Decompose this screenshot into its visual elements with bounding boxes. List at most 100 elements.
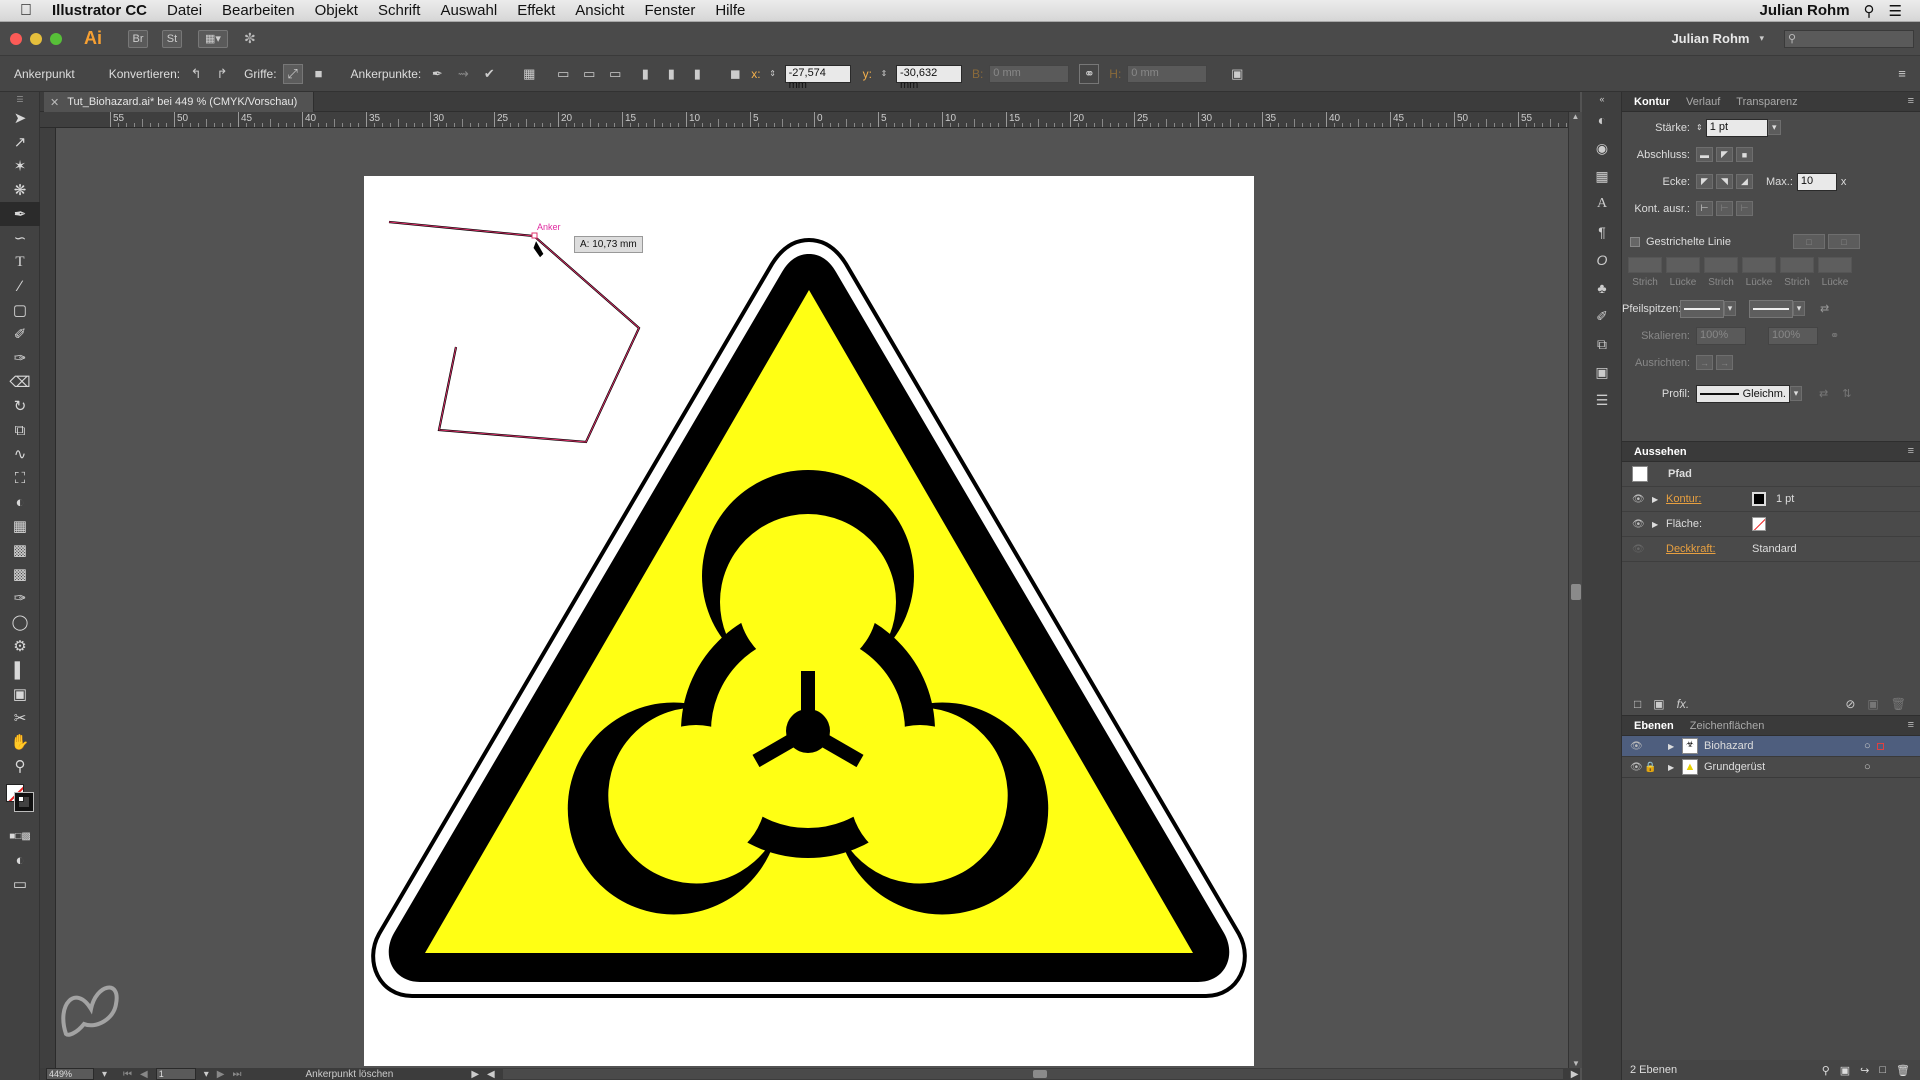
- drawing-modes-icon[interactable]: ◐: [0, 848, 40, 872]
- menu-effekt[interactable]: Effekt: [507, 2, 565, 19]
- gap-1-input[interactable]: [1666, 257, 1700, 273]
- arrowhead-start-chevron-icon[interactable]: ▾: [1724, 301, 1736, 316]
- align-right-icon[interactable]: ▭: [605, 64, 625, 84]
- profil-chevron-icon[interactable]: ▾: [1790, 386, 1802, 401]
- pathfinder-panel-icon[interactable]: ⧉: [1582, 330, 1622, 358]
- scroll-down-icon[interactable]: ▼: [1569, 1059, 1583, 1068]
- show-handles-icon[interactable]: ⤢: [282, 63, 303, 84]
- lasso-icon[interactable]: ❋: [0, 178, 40, 202]
- symbol-sprayer-icon[interactable]: ⚙: [0, 634, 40, 658]
- layer-target-icon[interactable]: ○: [1864, 740, 1871, 752]
- kontur-swatch[interactable]: [1752, 492, 1766, 506]
- profil-select[interactable]: Gleichm.: [1696, 384, 1790, 403]
- hide-handles-icon[interactable]: ■: [309, 64, 329, 84]
- locate-object-icon[interactable]: ⚲: [1822, 1064, 1830, 1077]
- dash-preserve-icon[interactable]: □: [1828, 234, 1860, 249]
- align-top-icon[interactable]: ▮: [635, 64, 655, 84]
- slice-tool-icon[interactable]: ✂: [0, 706, 40, 730]
- delete-item-icon[interactable]: 🗑: [1891, 697, 1906, 711]
- canvas-area[interactable]: Anker A: 10,73 mm: [56, 128, 1568, 1066]
- menu-objekt[interactable]: Objekt: [305, 2, 368, 19]
- rotate-tool-icon[interactable]: ↻: [0, 394, 40, 418]
- arrange-documents-icon[interactable]: ▦▾: [198, 29, 228, 48]
- arrowhead-start-select[interactable]: [1680, 299, 1724, 318]
- layer-expand-icon[interactable]: ▶: [1668, 763, 1682, 772]
- color-panel-icon[interactable]: ◉: [1582, 134, 1622, 162]
- perspective-grid-icon[interactable]: ▦: [0, 514, 40, 538]
- gpu-performance-icon[interactable]: ✼: [244, 30, 256, 47]
- dash-align-corners-icon[interactable]: □: [1793, 234, 1825, 249]
- aussehen-deckkraft-row[interactable]: 👁 Deckkraft: Standard: [1622, 537, 1920, 562]
- vertical-scrollbar[interactable]: ▲ ▼: [1568, 112, 1582, 1068]
- line-tool-icon[interactable]: ∕: [0, 274, 40, 298]
- document-tab[interactable]: ✕ Tut_Biohazard.ai* bei 449 % (CMYK/Vors…: [44, 92, 314, 112]
- corner-miter-icon[interactable]: ◤: [1696, 174, 1713, 189]
- gap-2-input[interactable]: [1742, 257, 1776, 273]
- flip-profile-y-icon[interactable]: ⇅: [1842, 387, 1851, 400]
- horizontal-ruler[interactable]: 55 50 45 40 35 30 25 20 15 10 5 0 5 10 15 20 25 30 35 40 45 5…: [40, 112, 1580, 128]
- menu-datei[interactable]: Datei: [157, 2, 212, 19]
- align-panel-icon[interactable]: ☰: [1582, 386, 1622, 414]
- cut-path-icon[interactable]: ✔: [479, 64, 499, 84]
- align-selection-icon[interactable]: ▦: [519, 64, 539, 84]
- layer-target-icon[interactable]: ○: [1864, 761, 1871, 773]
- eraser-icon[interactable]: ⌫: [0, 370, 40, 394]
- layer-lock-icon[interactable]: 🔒: [1644, 762, 1662, 773]
- scale-start-input[interactable]: 100%: [1696, 326, 1746, 345]
- zoom-level-input[interactable]: 449%: [46, 1068, 94, 1080]
- horizontal-scrollbar[interactable]: [502, 1069, 1563, 1079]
- swatches-icon[interactable]: ▦: [1582, 162, 1622, 190]
- aussehen-flaeche-row[interactable]: 👁 ▶ Fläche:: [1622, 512, 1920, 537]
- stock-button[interactable]: St: [162, 29, 182, 48]
- color-guide-icon[interactable]: ◐: [1582, 106, 1622, 134]
- staerke-dropdown-icon[interactable]: ▾: [1767, 120, 1781, 135]
- tab-aussehen[interactable]: Aussehen: [1628, 446, 1693, 458]
- layer-row-biohazard[interactable]: 👁 ▶ ☣ Biohazard ○: [1622, 736, 1920, 757]
- type-tool-icon[interactable]: T: [0, 250, 40, 274]
- layer-visibility-icon[interactable]: 👁: [1630, 762, 1644, 773]
- scroll-thumb[interactable]: [1571, 584, 1581, 600]
- hscroll-left-icon[interactable]: ◀: [487, 1069, 495, 1080]
- tab-zeichenflaechen[interactable]: Zeichenflächen: [1684, 720, 1771, 732]
- aussehen-object-row[interactable]: Pfad: [1622, 462, 1920, 487]
- constrain-proportions-icon[interactable]: ⚭: [1079, 63, 1100, 84]
- brushes-panel-icon[interactable]: ✐: [1582, 302, 1622, 330]
- curvature-tool-icon[interactable]: ∽: [0, 226, 40, 250]
- staerke-stepper-icon[interactable]: ⇕: [1696, 123, 1703, 132]
- menubar-user[interactable]: Julian Rohm: [1760, 2, 1850, 19]
- connect-anchors-icon[interactable]: ⇝: [453, 64, 473, 84]
- delete-layer-icon[interactable]: 🗑: [1896, 1064, 1910, 1077]
- blend-tool-icon[interactable]: ◯: [0, 610, 40, 634]
- kontur-expand-icon[interactable]: ▶: [1652, 495, 1666, 504]
- paintbrush-icon[interactable]: ✐: [0, 322, 40, 346]
- flip-profile-x-icon[interactable]: ⇄: [1819, 387, 1828, 400]
- arrow-align-place-icon[interactable]: →: [1716, 355, 1733, 370]
- scale-tool-icon[interactable]: ⧉: [0, 418, 40, 442]
- align-bottom-icon[interactable]: ▮: [687, 64, 707, 84]
- search-stock-input[interactable]: ⚲: [1784, 29, 1914, 48]
- new-sublayer-icon[interactable]: ↪: [1860, 1064, 1869, 1077]
- align-stroke-outside-icon[interactable]: ⊢: [1736, 201, 1753, 216]
- free-transform-icon[interactable]: ⛶: [0, 466, 40, 490]
- flaeche-visibility-icon[interactable]: 👁: [1632, 519, 1646, 530]
- eyedropper-icon[interactable]: ✑: [0, 586, 40, 610]
- shape-builder-icon[interactable]: ◐: [0, 490, 40, 514]
- menu-ansicht[interactable]: Ansicht: [565, 2, 634, 19]
- bridge-button[interactable]: Br: [128, 29, 148, 48]
- layer-row-grundgeruest[interactable]: 👁 🔒 ▶ ▲ Grundgerüst ○: [1622, 757, 1920, 778]
- transform-panel-icon[interactable]: ▣: [1582, 358, 1622, 386]
- dash-3-input[interactable]: [1780, 257, 1814, 273]
- staerke-input[interactable]: 1 pt: [1705, 118, 1768, 137]
- hscroll-right-icon[interactable]: ▶: [1571, 1069, 1579, 1080]
- layer-expand-icon[interactable]: ▶: [1668, 742, 1682, 751]
- layer-name[interactable]: Biohazard: [1704, 740, 1864, 752]
- add-fill-icon[interactable]: ▣: [1653, 697, 1664, 711]
- artboard-tool-icon[interactable]: ▣: [0, 682, 40, 706]
- notification-list-icon[interactable]: ☰: [1889, 2, 1902, 20]
- minimize-window-button[interactable]: [30, 32, 42, 45]
- duplicate-item-icon[interactable]: ▣: [1867, 697, 1878, 711]
- anchor-point[interactable]: [531, 232, 538, 239]
- workspace-chevron-down-icon[interactable]: ▾: [1759, 33, 1764, 44]
- artboard-number-input[interactable]: 1: [155, 1068, 196, 1080]
- make-clipping-mask-icon[interactable]: ▣: [1840, 1064, 1850, 1077]
